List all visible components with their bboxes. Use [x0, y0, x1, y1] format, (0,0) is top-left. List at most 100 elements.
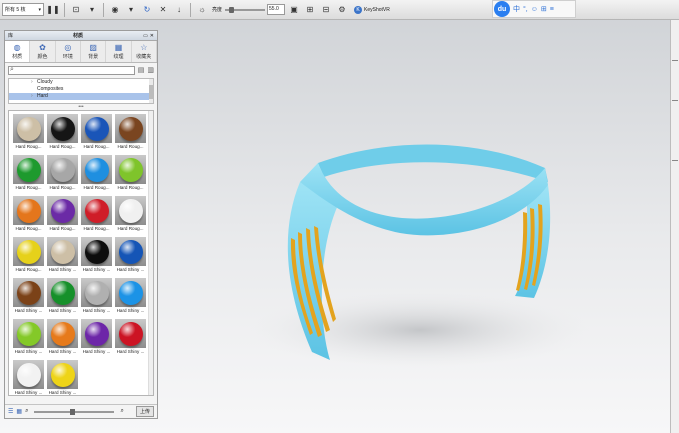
material-thumbnail — [81, 155, 112, 184]
material-swatch[interactable]: Hard Shiny ... — [46, 237, 79, 274]
expand-arrow-icon[interactable]: › — [31, 79, 33, 86]
material-swatch[interactable]: Hard Roug... — [114, 114, 147, 151]
material-swatch[interactable]: Hard Roug... — [80, 114, 113, 151]
material-swatch[interactable]: Hard Shiny ... — [12, 319, 45, 356]
tab-label: 收藏夹 — [136, 53, 152, 60]
folder-add-icon[interactable]: ▤ — [138, 66, 145, 74]
down-arrow-icon[interactable]: ↓ — [172, 3, 186, 17]
tree-item[interactable]: › Cloudy — [9, 79, 153, 86]
material-swatch[interactable]: Hard Shiny ... — [114, 237, 147, 274]
ime-item[interactable]: ☺ — [531, 6, 538, 13]
thumbnail-size-slider[interactable] — [34, 408, 115, 415]
material-thumbnail — [13, 196, 44, 225]
screenshot-icon[interactable]: ▣ — [287, 3, 301, 17]
upload-button[interactable]: 上传 — [135, 406, 154, 417]
tab-environments[interactable]: ◎ 环境 — [56, 41, 81, 62]
material-label: Hard Roug... — [83, 144, 110, 149]
tab-favorites[interactable]: ☆ 收藏夹 — [132, 41, 157, 62]
render-viewport[interactable] — [158, 20, 670, 433]
ime-logo[interactable]: du — [494, 1, 510, 17]
list-view-icon[interactable]: ☰ — [8, 408, 13, 415]
search-input[interactable]: ⌕ — [8, 65, 135, 75]
ime-item[interactable]: ⊞ — [541, 5, 547, 13]
material-swatch[interactable]: Hard Shiny ... — [114, 319, 147, 356]
panel-title: 材质 — [73, 33, 84, 39]
brightness-slider[interactable] — [225, 6, 266, 13]
pause-icon[interactable]: ❚❚ — [46, 3, 60, 17]
ime-item[interactable]: 中 — [513, 4, 520, 14]
material-swatch[interactable]: Hard Roug... — [80, 196, 113, 233]
material-sphere — [118, 198, 143, 223]
expand-arrow-icon[interactable]: › — [31, 93, 33, 100]
grid-icon[interactable]: ⊞ — [303, 3, 317, 17]
tree-item-label: Hard — [37, 93, 48, 99]
material-swatch[interactable]: Hard Roug... — [80, 155, 113, 192]
material-swatch[interactable]: Hard Roug... — [12, 196, 45, 233]
grid-view-icon[interactable]: ▦ — [16, 408, 22, 415]
search-row: ⌕ ▤ ▥ — [5, 63, 157, 77]
tree-item[interactable]: Composites — [9, 86, 153, 93]
render-mode-select[interactable]: 所有 5 核 ▾ — [2, 3, 44, 16]
material-swatch[interactable]: Hard Roug... — [12, 114, 45, 151]
material-swatch[interactable]: Hard Roug... — [114, 196, 147, 233]
material-swatch[interactable]: Hard Roug... — [12, 237, 45, 274]
ime-item[interactable]: °, — [523, 6, 528, 13]
zoom-out-icon[interactable]: ⌕ — [25, 408, 28, 415]
material-swatch[interactable]: Hard Shiny ... — [46, 360, 79, 397]
camera-icon[interactable]: ◉ — [108, 3, 122, 17]
material-swatch[interactable]: Hard Shiny ... — [12, 278, 45, 315]
tree-item-selected[interactable]: › Hard — [9, 93, 153, 100]
refresh-icon[interactable]: ↻ — [140, 3, 154, 17]
keyshotvr-button[interactable]: K KeyShotVR — [351, 3, 393, 17]
material-thumbnail — [115, 237, 146, 266]
grid-scrollbar[interactable] — [148, 111, 153, 395]
brightness-input[interactable]: 55.0 — [267, 4, 286, 15]
material-sphere — [118, 239, 143, 264]
fit-icon[interactable]: ✕ — [156, 3, 170, 17]
ime-item[interactable]: ≡ — [550, 6, 554, 13]
material-swatch[interactable]: Hard Roug... — [12, 155, 45, 192]
expand-icon[interactable]: ▾ — [85, 3, 99, 17]
material-swatch[interactable]: Hard Roug... — [46, 155, 79, 192]
material-label: Hard Roug... — [15, 144, 42, 149]
material-sphere — [84, 198, 109, 223]
material-swatch[interactable]: Hard Shiny ... — [114, 278, 147, 315]
region-icon[interactable]: ⊡ — [69, 3, 83, 17]
material-swatch[interactable]: Hard Shiny ... — [80, 319, 113, 356]
material-label: Hard Roug... — [49, 226, 76, 231]
material-swatch[interactable]: Hard Shiny ... — [80, 278, 113, 315]
material-sphere — [84, 239, 109, 264]
material-swatch[interactable]: Hard Shiny ... — [46, 278, 79, 315]
keyshotvr-label: KeyShotVR — [364, 6, 390, 13]
restore-icon[interactable]: ▭ — [143, 33, 148, 39]
settings-icon[interactable]: ⚙ — [335, 3, 349, 17]
material-sphere — [118, 116, 143, 141]
material-label: Hard Roug... — [117, 226, 144, 231]
input-method-bar: du 中 °, ☺ ⊞ ≡ — [492, 0, 576, 18]
tab-materials[interactable]: ◍ 材质 — [5, 41, 31, 62]
close-icon[interactable]: ✕ — [150, 33, 154, 39]
right-dock-strip[interactable] — [670, 20, 679, 433]
material-label: Hard Shiny ... — [14, 349, 43, 354]
render-icon[interactable]: ⊟ — [319, 3, 333, 17]
material-swatch[interactable]: Hard Shiny ... — [46, 319, 79, 356]
tab-colors[interactable]: ✿ 颜色 — [30, 41, 56, 62]
material-sphere — [16, 280, 41, 305]
material-thumbnail — [13, 278, 44, 307]
folder-icon[interactable]: ▥ — [147, 66, 154, 74]
tree-scrollbar[interactable] — [149, 79, 153, 103]
material-swatch[interactable]: Hard Roug... — [46, 196, 79, 233]
material-sphere — [16, 321, 41, 346]
tab-textures[interactable]: ▦ 纹理 — [106, 41, 132, 62]
library-panel: 库 材质 ▭ ✕ ◍ 材质 ✿ 颜色 ◎ 环境 ▨ 背景 ▦ 纹理 ☆ 收藏夹 — [4, 30, 158, 419]
material-grid: Hard Roug... Hard Roug... Hard Roug... Hard… — [12, 114, 147, 397]
zoom-in-icon[interactable]: ⌕ — [120, 408, 123, 415]
material-swatch[interactable]: Hard Roug... — [114, 155, 147, 192]
material-swatch[interactable]: Hard Roug... — [46, 114, 79, 151]
material-swatch[interactable]: Hard Shiny ... — [12, 360, 45, 397]
material-swatch[interactable]: Hard Shiny ... — [80, 237, 113, 274]
tab-backplates[interactable]: ▨ 背景 — [81, 41, 107, 62]
material-thumbnail — [81, 237, 112, 266]
texture-icon: ▦ — [114, 42, 123, 52]
dropdown-icon[interactable]: ▾ — [124, 3, 138, 17]
